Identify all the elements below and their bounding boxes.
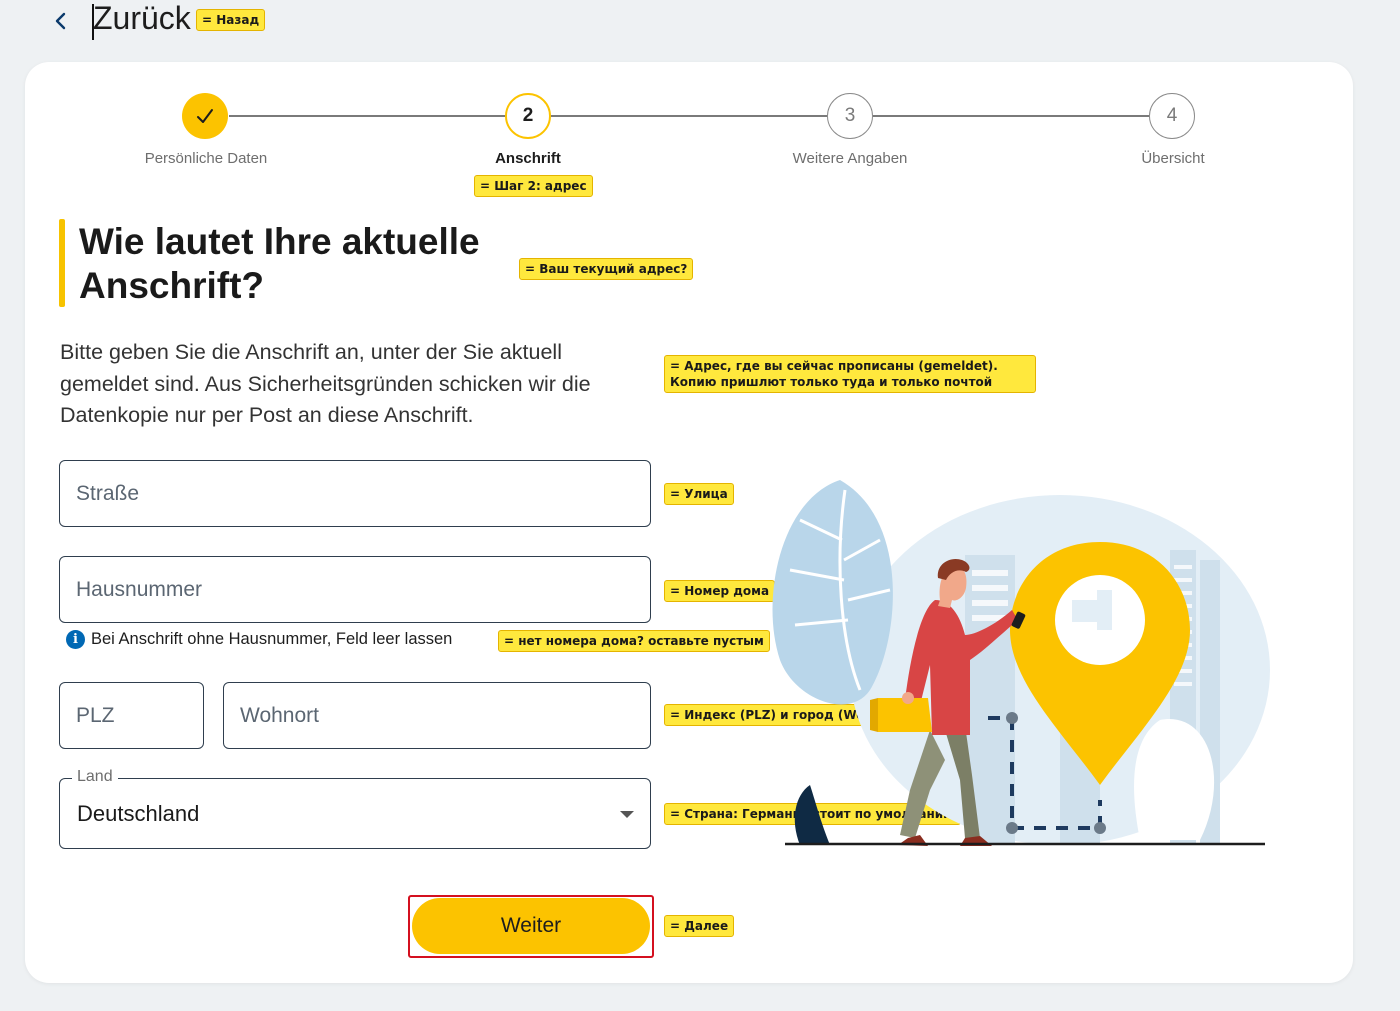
stepper-connector: [229, 115, 505, 117]
country-label: Land: [72, 768, 118, 786]
chevron-left-icon[interactable]: [50, 8, 72, 34]
annotation-submit: = Далее: [664, 915, 735, 937]
city-placeholder: Wohnort: [240, 703, 319, 727]
street-input[interactable]: Straße: [59, 460, 651, 527]
annotation-hint: = нет номера дома? оставьте пустым: [498, 630, 770, 652]
house-number-input[interactable]: Hausnummer: [59, 556, 651, 623]
stepper-connector: [551, 115, 827, 117]
weiter-button[interactable]: Weiter: [412, 898, 650, 954]
annotation-back: = Назад: [196, 9, 266, 31]
step-1-done-icon: [182, 93, 228, 139]
checkmark-icon: [197, 109, 213, 123]
annotation-house-number: = Номер дома: [664, 580, 776, 602]
step-4-label: Übersicht: [1141, 150, 1205, 167]
top-bar: Zurück = Назад: [0, 0, 1400, 44]
step-1-label: Persönliche Daten: [144, 150, 268, 167]
heading-accent-bar: [59, 219, 65, 307]
back-link[interactable]: Zurück: [93, 0, 191, 37]
step-2-number: 2: [505, 93, 551, 139]
step-4-number: 4: [1149, 93, 1195, 139]
intro-text: Bitte geben Sie die Anschrift an, unter …: [60, 340, 591, 427]
plant-icon: [794, 785, 830, 845]
stepper-connector: [873, 115, 1149, 117]
info-icon: i: [66, 630, 85, 649]
zip-input[interactable]: PLZ: [59, 682, 204, 749]
annotation-step-2: = Шаг 2: адрес: [474, 175, 593, 197]
address-illustration: [772, 480, 1270, 846]
annotation-title: = Ваш текущий адрес?: [519, 258, 694, 280]
country-value: Deutschland: [77, 801, 200, 826]
house-number-hint: i Bei Anschrift ohne Hausnummer, Feld le…: [66, 630, 452, 649]
hint-text: Bei Anschrift ohne Hausnummer, Feld leer…: [91, 630, 453, 648]
dropdown-arrow-icon: [620, 811, 634, 818]
step-3-number: 3: [827, 93, 873, 139]
step-2-label: Anschrift: [495, 150, 561, 167]
zip-placeholder: PLZ: [76, 703, 115, 727]
leaf-icon: [1134, 719, 1215, 840]
step-3-label: Weitere Angaben: [792, 150, 908, 167]
house-number-placeholder: Hausnummer: [76, 577, 203, 601]
annotation-intro: = Адрес, где вы сейчас прописаны (gemeld…: [664, 355, 1036, 393]
page-title: Wie lautet Ihre aktuelle Anschrift?: [79, 221, 480, 306]
annotation-street: = Улица: [664, 483, 734, 505]
city-input[interactable]: Wohnort: [223, 682, 651, 749]
street-placeholder: Straße: [76, 481, 140, 505]
country-select[interactable]: Land Deutschland: [59, 768, 651, 849]
